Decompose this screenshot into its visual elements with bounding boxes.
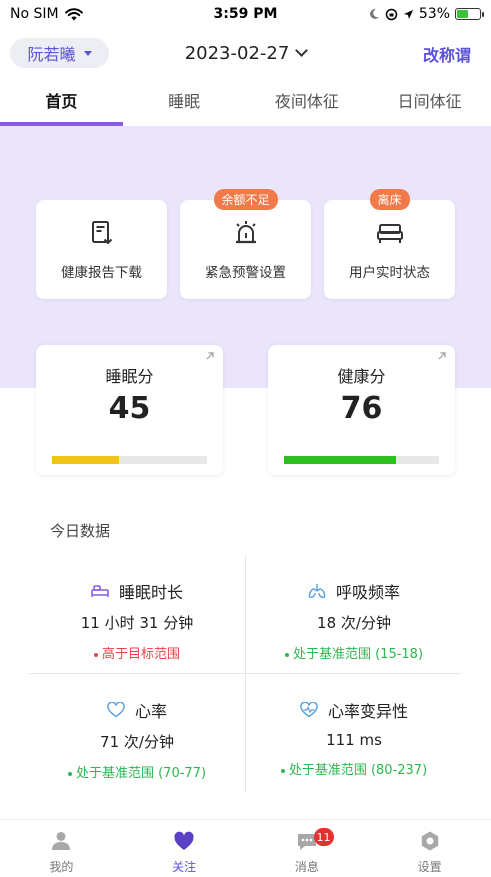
today-data-title: 今日数据	[50, 522, 111, 540]
metric-name: 睡眠时长	[118, 583, 183, 602]
metric-name: 呼吸频率	[335, 583, 400, 602]
sleep-score-bar	[52, 456, 207, 464]
nav-label: 设置	[417, 860, 442, 874]
metric-value: 71 次/分钟	[100, 733, 174, 751]
metric-value: 111 ms	[326, 731, 382, 749]
status-dot	[93, 652, 98, 657]
alarm-icon	[235, 220, 256, 243]
metric-status-note: 处于基准范围 (80-237)	[246, 759, 462, 778]
sleep-duration-metric[interactable]: 睡眠时长 11 小时 31 分钟 高于目标范围	[29, 555, 245, 673]
nav-label: 消息	[294, 860, 319, 874]
carrier-label: No SIM	[10, 6, 59, 22]
nav-item-follow[interactable]: 关注	[123, 820, 246, 877]
health-score-title: 健康分	[337, 367, 386, 386]
nav-item-mine[interactable]: 我的	[0, 820, 123, 877]
moon-icon	[369, 8, 379, 19]
status-dot	[280, 768, 285, 773]
out-of-bed-badge: 离床	[369, 189, 410, 210]
location-icon	[403, 9, 413, 19]
balance-low-badge: 余额不足	[213, 189, 278, 210]
date-label: 2023-02-27	[184, 42, 290, 64]
nav-label: 关注	[172, 860, 197, 874]
health-score-bar	[284, 456, 439, 464]
health-score-bar-fill	[284, 456, 396, 464]
sleep-score-title: 睡眠分	[105, 367, 154, 386]
action-label: 用户实时状态	[349, 264, 430, 281]
nav-item-messages[interactable]: 11 消息	[246, 820, 369, 877]
status-right: 53%	[368, 6, 484, 22]
tab-night-vitals[interactable]: 夜间体征	[246, 80, 369, 126]
metric-status-note: 处于基准范围 (15-18)	[246, 643, 462, 662]
bottom-nav: 我的 关注 11 消息 设置	[0, 819, 491, 877]
respiratory-rate-metric[interactable]: 呼吸频率 18 次/分钟 处于基准范围 (15-18)	[246, 555, 462, 673]
tab-day-vitals[interactable]: 日间体征	[368, 80, 491, 126]
metric-note-text: 高于目标范围	[101, 647, 180, 662]
lungs-icon	[308, 584, 326, 598]
nav-label: 我的	[49, 860, 74, 874]
status-dot	[67, 771, 72, 776]
status-left: No SIM	[10, 6, 83, 22]
heart-pulse-icon	[300, 702, 318, 718]
battery-percent: 53%	[418, 6, 450, 22]
nav-item-settings[interactable]: 设置	[368, 820, 491, 877]
chevron-down-icon	[295, 44, 309, 57]
heart-icon	[107, 702, 125, 718]
report-download-icon	[91, 220, 112, 244]
tab-sleep[interactable]: 睡眠	[123, 80, 246, 126]
date-picker[interactable]: 2023-02-27	[0, 43, 491, 64]
metric-name: 心率变异性	[327, 702, 408, 721]
action-label: 紧急预警设置	[205, 264, 286, 281]
tab-home[interactable]: 首页	[0, 80, 123, 126]
metric-value: 11 小时 31 分钟	[80, 614, 194, 632]
status-bar: No SIM 3:59 PM 53%	[0, 0, 491, 28]
gear-icon	[421, 831, 438, 851]
rename-button[interactable]: 改称谓	[423, 42, 471, 66]
rotation-lock-icon	[385, 8, 398, 20]
metric-note-text: 处于基准范围 (70-77)	[75, 766, 207, 781]
report-download-card[interactable]: 健康报告下载	[36, 200, 167, 299]
bed-icon	[91, 585, 109, 597]
heart-rate-metric[interactable]: 心率 71 次/分钟 处于基准范围 (70-77)	[29, 674, 245, 792]
heart-icon	[174, 831, 194, 850]
action-label: 健康报告下载	[61, 264, 142, 281]
battery-icon	[455, 8, 484, 20]
sleep-score-value: 45	[108, 391, 151, 426]
person-icon	[52, 832, 71, 850]
header: 阮若曦 2023-02-27 改称谓	[0, 36, 491, 70]
health-score-card[interactable]: 健康分 76	[268, 345, 455, 475]
metric-status-note: 高于目标范围	[29, 643, 245, 662]
expand-arrow-icon	[206, 352, 214, 360]
metric-note-text: 处于基准范围 (15-18)	[292, 647, 424, 662]
wifi-icon	[64, 7, 83, 20]
metric-value: 18 次/分钟	[317, 614, 391, 632]
hrv-metric[interactable]: 心率变异性 111 ms 处于基准范围 (80-237)	[246, 674, 462, 792]
tab-bar: 首页 睡眠 夜间体征 日间体征	[0, 80, 491, 126]
sleep-score-card[interactable]: 睡眠分 45	[36, 345, 223, 475]
battery-fill	[457, 10, 468, 18]
metric-name: 心率	[134, 702, 167, 721]
bed-icon	[376, 223, 403, 243]
metric-status-note: 处于基准范围 (70-77)	[29, 762, 245, 781]
status-dot	[284, 652, 289, 657]
realtime-status-card[interactable]: 离床 用户实时状态	[324, 189, 455, 299]
expand-arrow-icon	[438, 352, 446, 360]
alarm-settings-card[interactable]: 余额不足 紧急预警设置	[180, 189, 311, 299]
sleep-score-bar-fill	[52, 456, 119, 464]
metric-note-text: 处于基准范围 (80-237)	[288, 763, 428, 778]
health-score-value: 76	[340, 391, 383, 426]
unread-badge: 11	[313, 828, 334, 846]
